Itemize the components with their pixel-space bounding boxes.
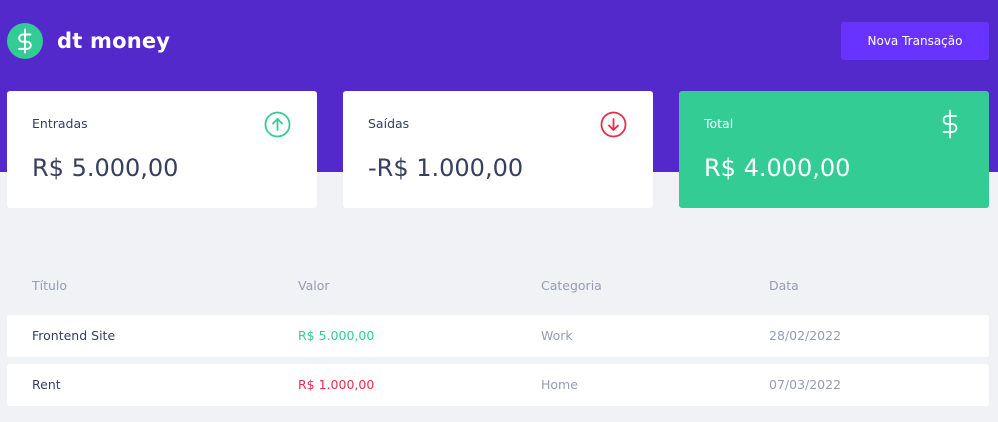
transaction-category: Home — [541, 377, 578, 392]
income-card: Entradas R$ 5.000,00 — [7, 91, 317, 208]
total-value: R$ 4.000,00 — [704, 154, 851, 182]
table-row: Rent R$ 1.000,00 Home 07/03/2022 — [7, 364, 989, 406]
income-value: R$ 5.000,00 — [32, 154, 179, 182]
arrow-down-circle-icon — [600, 111, 627, 142]
dollar-logo-icon — [7, 23, 43, 59]
outcome-card: Saídas -R$ 1.000,00 — [343, 91, 653, 208]
transaction-date: 07/03/2022 — [769, 377, 842, 392]
transaction-title: Frontend Site — [32, 328, 116, 343]
new-transaction-button[interactable]: Nova Transação — [841, 22, 989, 60]
table-header-title: Título — [32, 278, 68, 293]
table-header-date: Data — [769, 278, 799, 293]
total-label: Total — [704, 116, 734, 131]
total-card: Total R$ 4.000,00 — [679, 91, 989, 208]
app-name: dt money — [57, 29, 171, 53]
outcome-value: -R$ 1.000,00 — [368, 154, 524, 182]
table-header-amount: Valor — [298, 278, 330, 293]
transaction-title: Rent — [32, 377, 61, 392]
outcome-label: Saídas — [368, 116, 410, 131]
transaction-date: 28/02/2022 — [769, 328, 842, 343]
table-header-category: Categoria — [541, 278, 602, 293]
transaction-amount: R$ 5.000,00 — [298, 328, 375, 343]
table-row: Frontend Site R$ 5.000,00 Work 28/02/202… — [7, 315, 989, 357]
transaction-amount: R$ 1.000,00 — [298, 377, 375, 392]
income-label: Entradas — [32, 116, 88, 131]
app-logo: dt money — [7, 23, 170, 59]
transaction-category: Work — [541, 328, 573, 343]
dollar-icon — [939, 109, 961, 143]
arrow-up-circle-icon — [264, 111, 291, 142]
